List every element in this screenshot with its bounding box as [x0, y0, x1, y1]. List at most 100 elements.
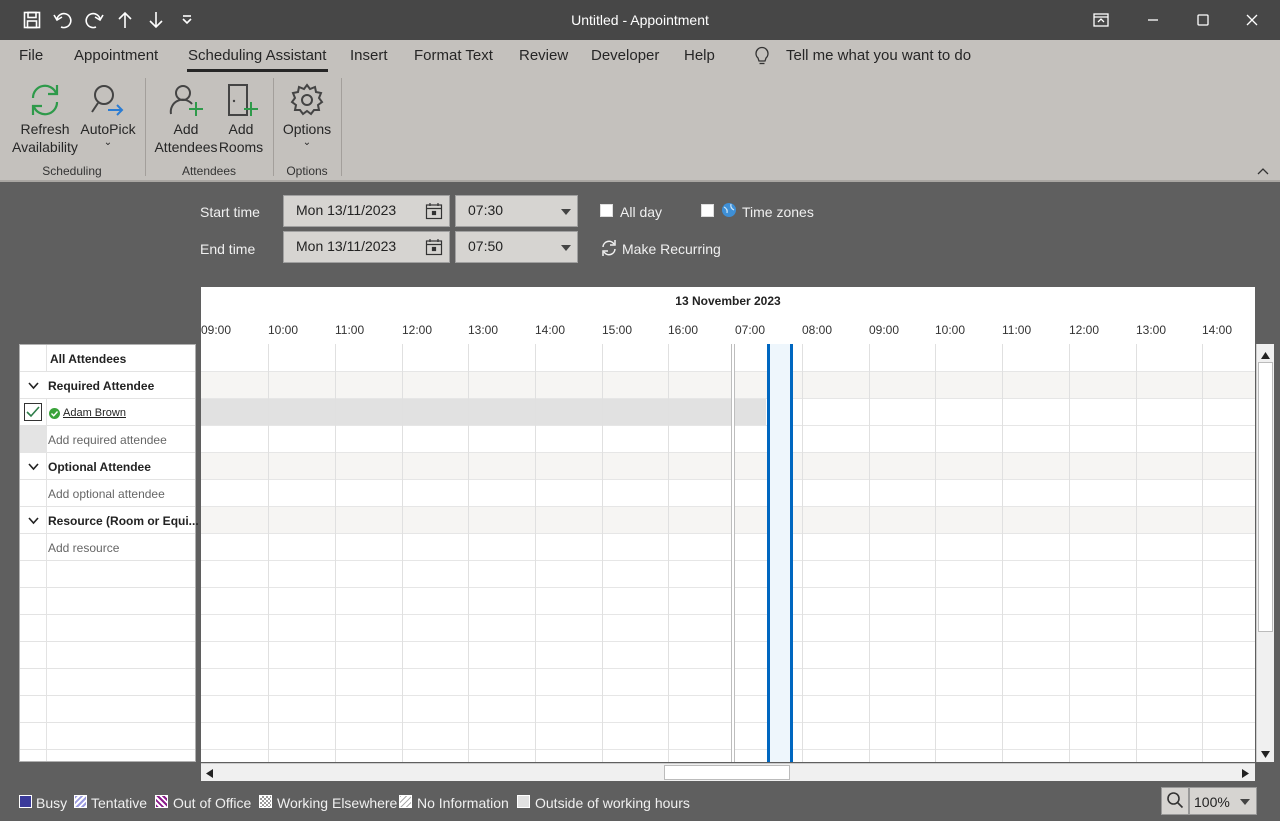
day-divider — [731, 344, 735, 762]
vertical-scrollbar[interactable] — [1256, 344, 1274, 762]
tab-help[interactable]: Help — [684, 47, 715, 64]
dropdown-arrow-icon — [1240, 799, 1250, 805]
attendee-checkbox[interactable] — [24, 403, 42, 421]
end-time-label: End time — [200, 241, 256, 257]
chevron-down-icon: ⌄ — [302, 137, 312, 148]
hour-label: 13:00 — [468, 323, 499, 337]
hour-label: 14:00 — [1202, 323, 1233, 337]
add-attendees-button[interactable]: Add Attendees — [152, 78, 220, 156]
available-status-icon — [49, 407, 60, 422]
dropdown-arrow-icon — [561, 245, 571, 251]
meeting-time-selection[interactable] — [767, 344, 793, 762]
lightbulb-icon — [754, 46, 770, 69]
scroll-left-icon[interactable] — [205, 767, 214, 782]
title-bar: Untitled - Appointment — [0, 0, 1280, 40]
scroll-down-icon[interactable] — [1260, 747, 1271, 762]
close-button[interactable] — [1229, 0, 1275, 40]
attendees-list: All Attendees Required Attendee Adam Bro… — [19, 344, 199, 762]
all-attendees-header: All Attendees — [20, 345, 195, 372]
hour-label: 11:00 — [1002, 323, 1032, 337]
hour-label: 07:00 — [735, 323, 766, 337]
add-optional-attendee[interactable]: Add optional attendee — [20, 480, 195, 507]
end-time-select[interactable]: 07:50 — [455, 231, 578, 263]
hour-label: 10:00 — [268, 323, 299, 337]
tab-file[interactable]: File — [19, 47, 43, 64]
tab-appointment[interactable]: Appointment — [74, 47, 158, 64]
zoom-select[interactable]: 100% — [1189, 787, 1257, 815]
dropdown-arrow-icon — [561, 209, 571, 215]
ribbon-display-icon[interactable] — [1078, 0, 1124, 40]
scroll-up-icon[interactable] — [1260, 348, 1271, 363]
add-rooms-button[interactable]: Add Rooms — [218, 78, 264, 156]
time-zones-label[interactable]: Time zones — [742, 204, 814, 220]
add-attendee-icon — [152, 78, 220, 118]
autopick-icon — [80, 78, 136, 118]
scroll-thumb[interactable] — [1258, 362, 1273, 632]
minimize-button[interactable] — [1130, 0, 1176, 40]
legend-out-of-office: Out of Office — [173, 795, 252, 811]
make-recurring-button[interactable]: Make Recurring — [622, 241, 721, 257]
tell-me-search[interactable]: Tell me what you want to do — [786, 47, 971, 64]
attendee-name-link[interactable]: Adam Brown — [63, 407, 126, 419]
group-label-scheduling: Scheduling — [42, 164, 102, 178]
horizontal-scrollbar[interactable] — [201, 763, 1255, 781]
out-of-office-swatch — [155, 795, 168, 808]
hour-label: 09:00 — [869, 323, 900, 337]
all-day-label[interactable]: All day — [620, 204, 662, 220]
hour-label: 12:00 — [1069, 323, 1100, 337]
magnifier-icon — [1166, 791, 1184, 812]
autopick-button[interactable]: AutoPick ⌄ — [80, 78, 136, 148]
time-zones-checkbox[interactable] — [701, 204, 714, 217]
chevron-down-icon[interactable] — [28, 514, 39, 529]
zoom-button[interactable] — [1161, 787, 1189, 815]
calendar-icon[interactable] — [425, 238, 443, 259]
start-time-select[interactable]: 07:30 — [455, 195, 578, 227]
options-button[interactable]: Options ⌄ — [278, 78, 336, 148]
busy-swatch — [19, 795, 32, 808]
scroll-right-icon[interactable] — [1241, 767, 1250, 782]
start-date-field[interactable]: Mon 13/11/2023 — [283, 195, 450, 227]
legend-bar: Busy Tentative Out of Office Working Els… — [0, 782, 1280, 821]
end-date-field[interactable]: Mon 13/11/2023 — [283, 231, 450, 263]
free-busy-grid[interactable] — [201, 344, 1255, 762]
group-label-attendees: Attendees — [181, 164, 237, 178]
hour-label: 08:00 — [802, 323, 833, 337]
tentative-swatch — [74, 795, 87, 808]
tab-scheduling-assistant[interactable]: Scheduling Assistant — [188, 47, 326, 64]
attendee-busy-row — [201, 399, 766, 426]
collapse-ribbon-icon[interactable] — [1256, 164, 1270, 179]
tab-developer[interactable]: Developer — [591, 47, 659, 64]
resource-section[interactable]: Resource (Room or Equi... — [20, 507, 199, 534]
tab-review[interactable]: Review — [519, 47, 568, 64]
calendar-icon[interactable] — [425, 202, 443, 223]
timeline-header: 13 November 2023 09:00 10:00 11:00 12:00… — [201, 287, 1255, 344]
hour-label: 12:00 — [402, 323, 433, 337]
required-section[interactable]: Required Attendee — [20, 372, 195, 399]
outside-hours-swatch — [517, 795, 530, 808]
legend-tentative: Tentative — [91, 795, 148, 811]
attendee-row[interactable]: Adam Brown — [20, 399, 195, 426]
hour-label: 14:00 — [535, 323, 566, 337]
tab-insert[interactable]: Insert — [350, 47, 388, 64]
add-resource[interactable]: Add resource — [20, 534, 195, 561]
hour-label: 15:00 — [602, 323, 633, 337]
refresh-availability-button[interactable]: Refresh Availability — [8, 78, 82, 156]
optional-section[interactable]: Optional Attendee — [20, 453, 195, 480]
chevron-down-icon: ⌄ — [103, 137, 113, 148]
recurring-icon[interactable] — [600, 239, 618, 260]
maximize-button[interactable] — [1180, 0, 1226, 40]
hour-label: 10:00 — [935, 323, 966, 337]
chevron-down-icon[interactable] — [28, 379, 39, 394]
tab-format-text[interactable]: Format Text — [414, 47, 493, 64]
refresh-icon — [8, 78, 82, 118]
group-label-options: Options — [286, 164, 328, 178]
hour-label: 11:00 — [335, 323, 365, 337]
legend-busy: Busy — [36, 795, 68, 811]
all-day-checkbox[interactable] — [600, 204, 613, 217]
gear-icon — [278, 78, 336, 118]
chevron-down-icon[interactable] — [28, 460, 39, 475]
hour-label: 16:00 — [668, 323, 699, 337]
ribbon-tabs: File Appointment Scheduling Assistant In… — [0, 40, 1280, 72]
add-required-attendee[interactable]: Add required attendee — [20, 426, 195, 453]
scroll-thumb[interactable] — [664, 765, 790, 780]
